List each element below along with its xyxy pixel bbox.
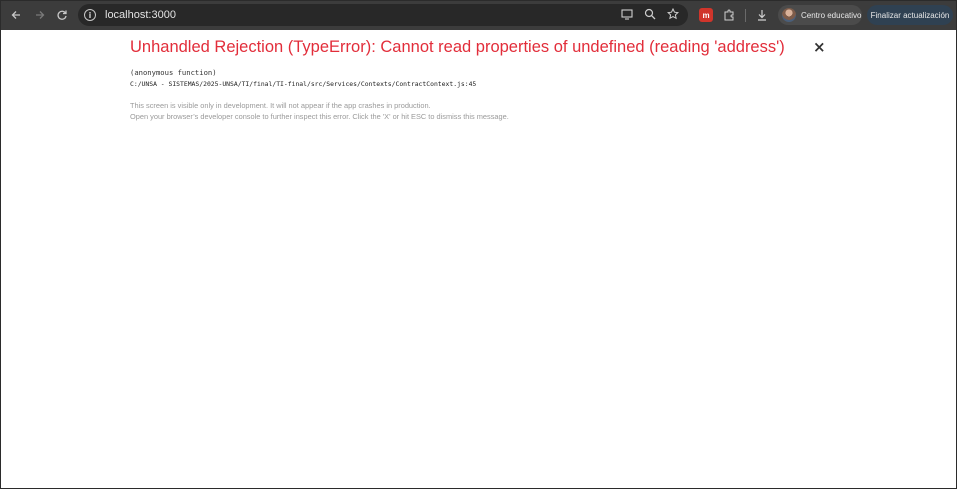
avatar <box>782 8 796 22</box>
red-extension-icon[interactable]: m <box>699 8 713 22</box>
zoom-icon[interactable] <box>643 7 657 21</box>
dev-note-line2: Open your browser’s developer console to… <box>130 112 509 121</box>
profile-button[interactable]: Centro educativo <box>778 5 862 25</box>
info-icon[interactable]: i <box>84 9 96 21</box>
cast-icon[interactable] <box>620 7 634 21</box>
browser-window: i localhost:3000 m Centro educativo Fina… <box>0 0 957 489</box>
error-overlay: Unhandled Rejection (TypeError): Cannot … <box>1 30 956 488</box>
close-button[interactable]: × <box>813 38 827 56</box>
stack-frame-file[interactable]: C:/UNSA - SISTEMAS/2025-UNSA/TI/final/TI… <box>130 80 476 88</box>
update-button[interactable]: Finalizar actualización <box>867 5 953 25</box>
dev-note-line1: This screen is visible only in developme… <box>130 101 431 110</box>
reload-icon[interactable] <box>53 6 71 24</box>
browser-toolbar: i localhost:3000 m Centro educativo Fina… <box>1 1 956 30</box>
star-icon[interactable] <box>666 7 680 21</box>
url-text[interactable]: localhost:3000 <box>105 9 176 21</box>
puzzle-icon[interactable] <box>722 8 736 22</box>
arrow-right-icon[interactable] <box>31 6 49 24</box>
toolbar-divider <box>745 9 746 22</box>
error-title: Unhandled Rejection (TypeError): Cannot … <box>130 38 785 56</box>
profile-label: Centro educativo <box>801 10 862 20</box>
update-label: Finalizar actualización <box>870 10 950 20</box>
stack-frame-function: (anonymous function) <box>130 68 217 77</box>
arrow-left-icon[interactable] <box>7 6 25 24</box>
address-bar[interactable]: i localhost:3000 <box>78 4 688 26</box>
download-icon[interactable] <box>755 8 769 22</box>
